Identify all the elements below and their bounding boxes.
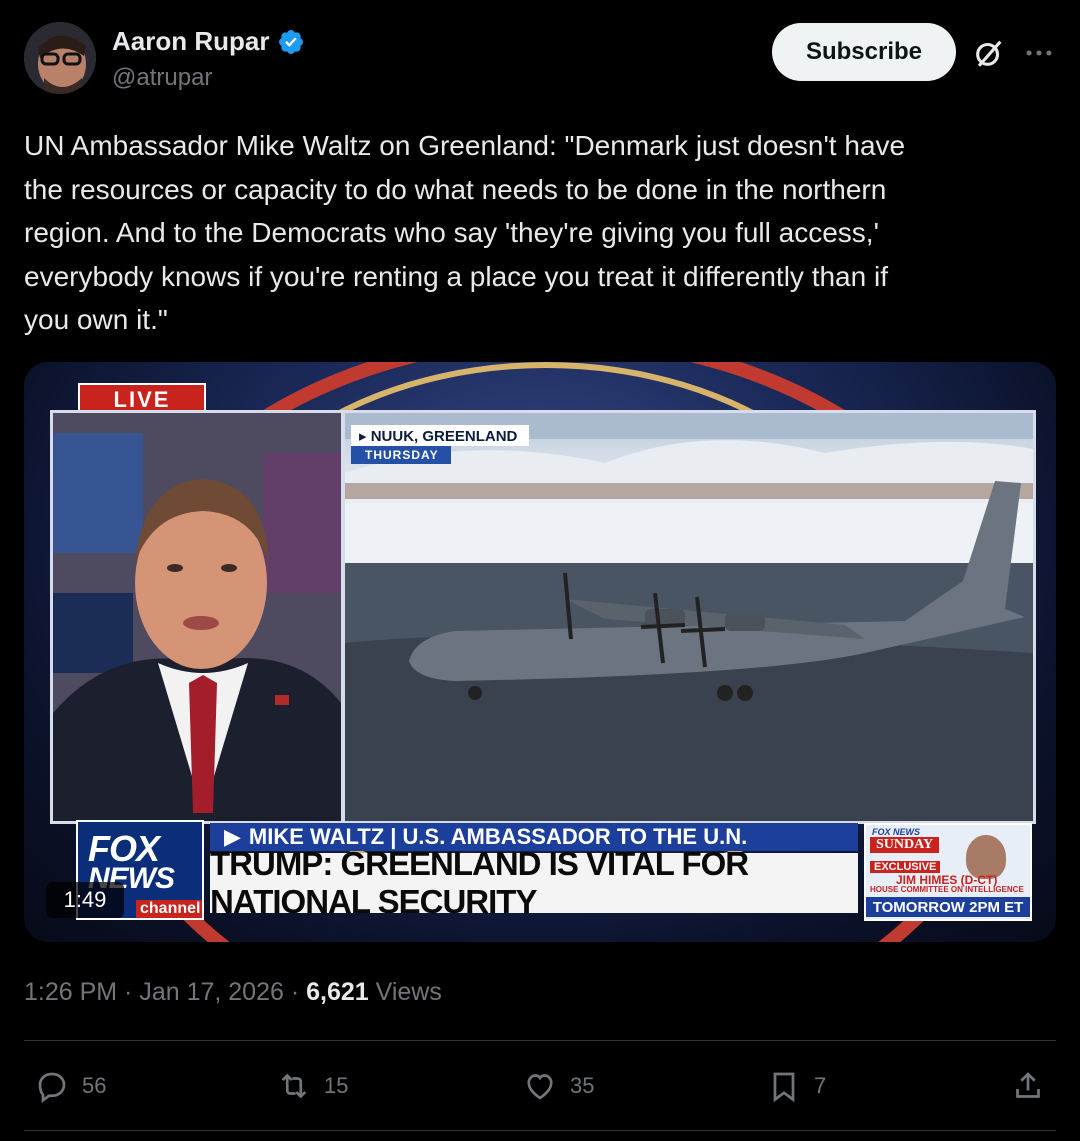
tweet-meta: 1:26 PM · Jan 17, 2026 · 6,621 Views	[24, 978, 442, 1007]
reply-count: 56	[82, 1073, 107, 1098]
avatar-image	[24, 22, 96, 94]
fox-logo-bottom: channel	[136, 900, 202, 918]
location-label: ▸ NUUK, GREENLAND	[351, 425, 530, 446]
share-button[interactable]	[1010, 1066, 1046, 1106]
views-label: Views	[368, 978, 442, 1006]
promo-show: SUNDAY	[870, 837, 940, 853]
promo-tag: EXCLUSIVE	[870, 861, 941, 873]
more-icon[interactable]	[1022, 36, 1056, 70]
subscribe-button[interactable]: Subscribe	[772, 23, 956, 81]
location-panel: ▸ NUUK, GREENLAND THURSDAY	[342, 410, 1036, 824]
reply-button[interactable]: 56	[34, 1066, 106, 1106]
grok-icon[interactable]	[972, 36, 1006, 70]
bookmark-icon	[773, 1072, 795, 1103]
promo-committee: HOUSE COMMITTEE ON INTELLIGENCE	[870, 885, 1024, 894]
reply-icon	[38, 1072, 66, 1103]
promo-network: FOX NEWS	[872, 827, 921, 837]
like-count: 35	[570, 1073, 595, 1098]
video-duration: 1:49	[46, 882, 124, 918]
day-label: THURSDAY	[351, 446, 451, 464]
heart-icon	[527, 1074, 553, 1100]
like-button[interactable]: 35	[522, 1066, 594, 1106]
repost-count: 15	[324, 1073, 349, 1098]
speaker-image	[53, 413, 341, 821]
bookmark-count: 7	[814, 1073, 827, 1098]
share-icon	[1016, 1072, 1040, 1098]
author-avatar[interactable]	[24, 22, 96, 94]
speaker-panel	[50, 410, 344, 824]
tweet-text: UN Ambassador Mike Waltz on Greenland: "…	[24, 130, 906, 335]
divider-bottom	[24, 1130, 1056, 1131]
repost-button[interactable]: 15	[276, 1066, 348, 1106]
author-name[interactable]: Aaron Rupar	[112, 26, 269, 57]
views-count: 6,621	[306, 978, 369, 1006]
lower-third: FOX NEWS channel ▶ MIKE WALTZ | U.S. AMB…	[52, 820, 1032, 921]
aircraft-image	[345, 413, 1033, 821]
promo-time: TOMORROW 2PM ET	[866, 897, 1030, 917]
verified-badge-icon	[279, 29, 304, 54]
chyron-headline: TRUMP: GREENLAND IS VITAL FOR NATIONAL S…	[210, 845, 858, 920]
promo-box: FOX NEWS SUNDAY EXCLUSIVE JIM HIMES (D-C…	[864, 823, 1032, 921]
divider-top	[24, 1040, 1056, 1041]
location-text: NUUK, GREENLAND	[370, 428, 518, 445]
repost-icon	[281, 1073, 307, 1099]
timestamp[interactable]: 1:26 PM · Jan 17, 2026 ·	[24, 978, 306, 1006]
video-player[interactable]: LIVE ▸ NUUK, GREENLAND THURSDAY FOX NEWS…	[24, 362, 1056, 942]
author-handle[interactable]: @atrupar	[112, 64, 212, 92]
author-name-row[interactable]: Aaron Rupar	[112, 26, 305, 57]
bookmark-button[interactable]: 7	[766, 1066, 826, 1106]
